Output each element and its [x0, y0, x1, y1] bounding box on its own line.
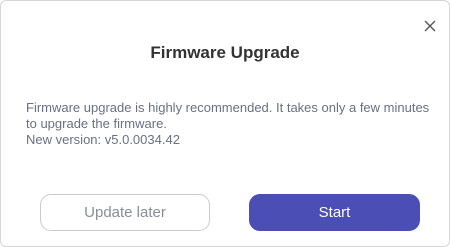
dialog-message: Firmware upgrade is highly recommended. … [26, 100, 438, 148]
firmware-upgrade-dialog: Firmware Upgrade Firmware upgrade is hig… [0, 0, 450, 247]
start-button[interactable]: Start [249, 194, 420, 231]
upgrade-recommendation-text: Firmware upgrade is highly recommended. … [26, 100, 430, 131]
new-version-text: New version: v5.0.0034.42 [26, 132, 180, 147]
update-later-button[interactable]: Update later [40, 194, 210, 231]
close-icon[interactable] [423, 19, 439, 35]
dialog-title: Firmware Upgrade [150, 43, 300, 62]
